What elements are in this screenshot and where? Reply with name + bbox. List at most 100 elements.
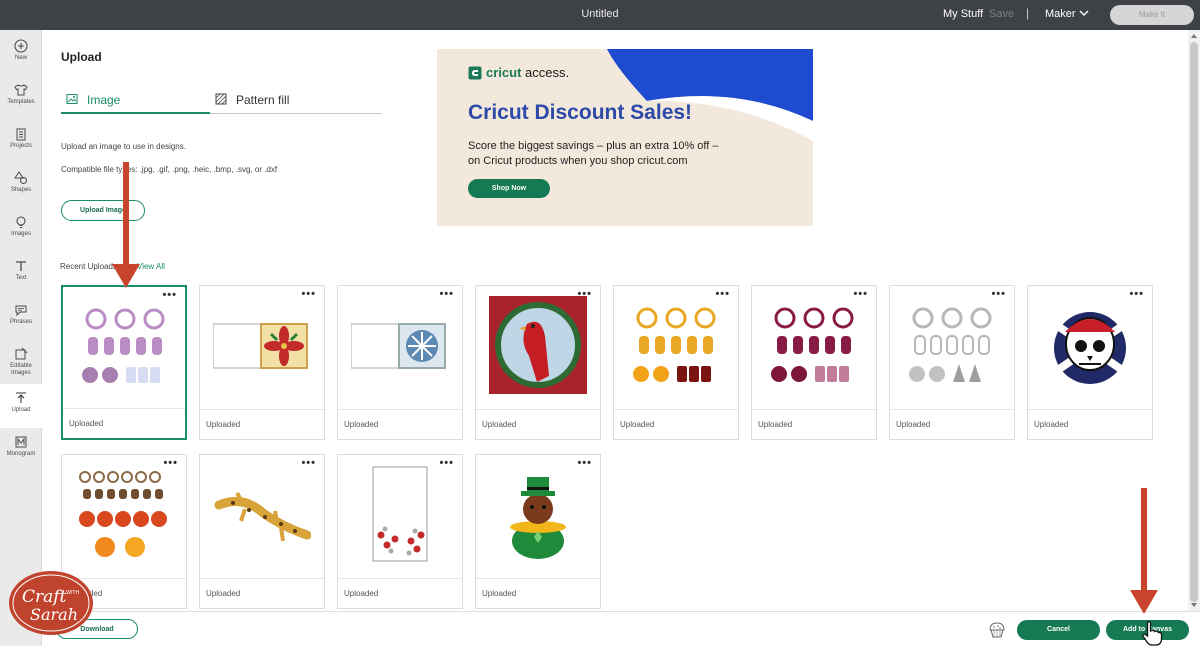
machine-selector[interactable]: Maker bbox=[1045, 8, 1076, 20]
svg-text:Craft: Craft bbox=[22, 587, 67, 607]
more-options-icon[interactable]: ••• bbox=[301, 457, 316, 469]
upload-thumbnail[interactable] bbox=[338, 286, 462, 410]
upload-card[interactable]: ••• Uploaded bbox=[475, 454, 601, 609]
more-options-icon[interactable]: ••• bbox=[439, 457, 454, 469]
promo-banner[interactable]: cricut access. Cricut Discount Sales! Sc… bbox=[437, 49, 813, 226]
sidebar-item-label: Upload bbox=[11, 407, 31, 413]
more-options-icon[interactable]: ••• bbox=[439, 288, 454, 300]
upload-card[interactable]: ••• Uploaded bbox=[889, 285, 1015, 440]
more-options-icon[interactable]: ••• bbox=[991, 288, 1006, 300]
upload-card[interactable]: ••• Uploaded bbox=[199, 285, 325, 440]
tab-image[interactable]: Image bbox=[61, 90, 210, 114]
upload-status: Uploaded bbox=[206, 420, 241, 429]
cricut-logo-icon bbox=[468, 66, 482, 80]
sidebar-item-monogram[interactable]: Monogram bbox=[0, 428, 42, 472]
sidebar-item-templates[interactable]: Templates bbox=[0, 76, 42, 120]
save-link[interactable]: Save bbox=[989, 8, 1014, 20]
upload-card[interactable]: ••• Uploaded bbox=[61, 285, 187, 440]
banner-headline: Cricut Discount Sales! bbox=[468, 101, 693, 124]
chevron-down-icon[interactable] bbox=[1078, 7, 1090, 19]
upload-thumbnail[interactable] bbox=[476, 455, 600, 579]
my-stuff-link[interactable]: My Stuff bbox=[943, 8, 983, 20]
shirt-icon bbox=[14, 84, 28, 96]
left-sidebar: New Templates Projects Shapes Images Tex… bbox=[0, 30, 42, 646]
sidebar-item-text[interactable]: Text bbox=[0, 252, 42, 296]
more-options-icon[interactable]: ••• bbox=[1129, 288, 1144, 300]
upload-thumbnail[interactable] bbox=[1028, 286, 1152, 410]
svg-text:Sarah: Sarah bbox=[30, 605, 78, 624]
card-footer: Uploaded bbox=[200, 409, 324, 439]
sidebar-item-label: Shapes bbox=[10, 187, 32, 193]
cancel-button[interactable]: Cancel bbox=[1017, 620, 1100, 640]
upload-thumbnail[interactable] bbox=[338, 455, 462, 579]
upload-thumbnail[interactable] bbox=[476, 286, 600, 410]
upload-icon bbox=[16, 392, 26, 403]
upload-card[interactable]: ••• Uploaded bbox=[475, 285, 601, 440]
sidebar-item-projects[interactable]: Projects bbox=[0, 120, 42, 164]
banner-line-2: on Cricut products when you shop cricut.… bbox=[468, 155, 688, 167]
upload-status: Uploaded bbox=[482, 420, 517, 429]
upload-card[interactable]: ••• Uploaded bbox=[337, 285, 463, 440]
upload-thumbnail[interactable] bbox=[614, 286, 738, 410]
tab-label: Image bbox=[87, 93, 121, 107]
thumbnail-image bbox=[372, 466, 428, 562]
more-options-icon[interactable]: ••• bbox=[577, 288, 592, 300]
annotation-arrow-down-icon bbox=[112, 162, 140, 288]
sidebar-item-new[interactable]: New bbox=[0, 32, 42, 76]
upload-thumbnail[interactable] bbox=[62, 455, 186, 579]
card-footer: Uploaded bbox=[752, 409, 876, 439]
sidebar-item-upload[interactable]: Upload bbox=[0, 384, 42, 428]
thumbnail-image bbox=[79, 471, 167, 557]
upload-thumbnail[interactable] bbox=[200, 455, 324, 579]
make-it-button[interactable]: Make It bbox=[1110, 5, 1194, 25]
more-options-icon[interactable]: ••• bbox=[853, 288, 868, 300]
sidebar-item-label: Monogram bbox=[6, 451, 36, 457]
upload-thumbnail[interactable] bbox=[752, 286, 876, 410]
upload-card[interactable]: ••• Uploaded bbox=[613, 285, 739, 440]
sidebar-item-editable-images[interactable]: Editable Images bbox=[0, 340, 42, 390]
upload-card[interactable]: ••• Uploaded bbox=[1027, 285, 1153, 440]
lightbulb-icon bbox=[16, 216, 26, 228]
scrollbar-thumb[interactable] bbox=[1190, 42, 1198, 602]
image-icon bbox=[66, 94, 78, 104]
upload-status: Uploaded bbox=[344, 420, 379, 429]
more-options-icon[interactable]: ••• bbox=[715, 288, 730, 300]
separator: | bbox=[1026, 6, 1030, 20]
svg-text:WITH: WITH bbox=[66, 590, 79, 596]
brand-name: cricut access. bbox=[486, 65, 569, 80]
sidebar-item-phrases[interactable]: Phrases bbox=[0, 296, 42, 340]
project-title[interactable]: Untitled bbox=[0, 8, 1200, 20]
upload-card[interactable]: ••• Uploaded bbox=[751, 285, 877, 440]
card-footer: Uploaded bbox=[476, 578, 600, 608]
brand-prefix: cricut bbox=[486, 65, 522, 80]
tab-pattern-fill[interactable]: Pattern fill bbox=[210, 90, 382, 114]
cupcake-icon[interactable] bbox=[986, 619, 1008, 641]
scroll-up-icon[interactable] bbox=[1190, 32, 1198, 40]
upload-status: Uploaded bbox=[482, 589, 517, 598]
more-options-icon[interactable]: ••• bbox=[577, 457, 592, 469]
upload-card[interactable]: ••• Uploaded bbox=[199, 454, 325, 609]
card-footer: Uploaded bbox=[63, 408, 185, 438]
craft-with-sarah-logo: Craft WITH Sarah bbox=[9, 571, 93, 635]
upload-status: Uploaded bbox=[1034, 420, 1069, 429]
scrollbar[interactable] bbox=[1188, 30, 1200, 611]
more-options-icon[interactable]: ••• bbox=[301, 288, 316, 300]
more-options-icon[interactable]: ••• bbox=[163, 457, 178, 469]
compatible-file-types: Compatible file types: .jpg, .gif, .png,… bbox=[61, 165, 278, 174]
shop-now-button[interactable]: Shop Now bbox=[468, 179, 550, 198]
upload-thumbnail[interactable] bbox=[200, 286, 324, 410]
upload-status: Uploaded bbox=[206, 589, 241, 598]
scroll-down-icon[interactable] bbox=[1190, 601, 1198, 609]
view-all-link[interactable]: View All bbox=[137, 262, 165, 271]
hand-cursor-icon bbox=[1142, 621, 1163, 646]
sidebar-item-shapes[interactable]: Shapes bbox=[0, 164, 42, 208]
upload-thumbnail[interactable] bbox=[63, 287, 185, 411]
plus-circle-icon bbox=[14, 39, 28, 53]
upload-thumbnail[interactable] bbox=[890, 286, 1014, 410]
upload-card[interactable]: ••• Uploaded bbox=[337, 454, 463, 609]
more-options-icon[interactable]: ••• bbox=[162, 289, 177, 301]
card-footer: Uploaded bbox=[476, 409, 600, 439]
thumbnail-image bbox=[510, 477, 566, 559]
sidebar-item-label: Projects bbox=[10, 143, 32, 149]
sidebar-item-images[interactable]: Images bbox=[0, 208, 42, 252]
